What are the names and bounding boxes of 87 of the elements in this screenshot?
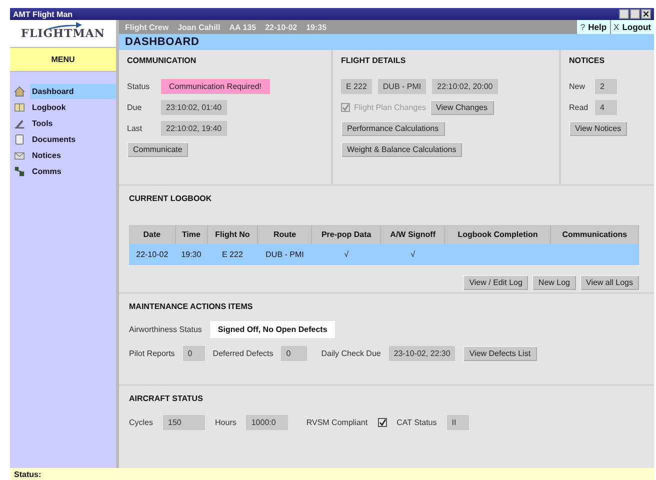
help-button[interactable]: ? Help [576,20,610,34]
menu-item[interactable]: Notices [30,148,116,163]
view-defects-button[interactable]: View Defects List [463,346,537,361]
status-bar: Status: [10,468,654,480]
checkbox-label: Flight Plan Changes [354,103,426,112]
field-label: Status [127,82,151,91]
menu-item[interactable]: Comms [30,164,116,179]
field-label: Due [127,103,143,112]
field-label: Deferred Defects [212,349,274,358]
section-title: CURRENT LOGBOOK [129,194,213,203]
menu-item[interactable]: Logbook [30,100,116,115]
field-label: Hours [215,418,236,427]
table-cell: E 222 [222,250,243,259]
table-cell: √ [344,250,349,259]
flight-field: E 222 [341,79,372,94]
section-title: NOTICES [569,56,606,65]
log-button[interactable]: View / Edit Log [463,275,528,290]
header-info: Joan Cahill [178,22,220,32]
column-header: Pre-pop Data [312,225,381,244]
column-header: A/W Signoff [380,225,445,244]
count-field: 2 [595,79,617,94]
view-notices-button[interactable]: View Notices [569,121,628,136]
menu-item[interactable]: Tools [30,116,116,131]
last-field: 22:10:02, 19:40 [161,121,227,136]
date-field: 23-10-02, 22:30 [388,346,456,361]
column-header: Route [258,225,312,244]
network-icon [14,166,25,177]
table-cell: √ [410,250,416,259]
header-info: AA 135 [229,22,256,32]
section-title: COMMUNICATION [127,56,198,65]
envelope-icon [14,150,25,161]
calculation-button[interactable]: Weight & Balance Calculations [341,142,462,157]
table-cell: 19:30 [181,250,202,259]
tools-icon [14,118,25,129]
field-label: Airworthiness Status [129,325,202,334]
column-header: Time [175,225,208,244]
field-label: Pilot Reports [129,349,175,358]
book-icon [14,102,25,113]
status-value: Communication Required! [161,79,270,94]
column-header: Communications [550,225,638,244]
table-cell: 22-10-02 [136,250,168,259]
cat-field: II [446,415,469,430]
header-info: Flight Crew [125,22,169,32]
section-title: FLIGHT DETAILS [341,56,407,65]
minimize-icon[interactable] [619,9,629,19]
plane-arrow-icon [46,22,82,30]
field-label: CAT Status [396,418,437,427]
log-button[interactable]: View all Logs [580,275,639,290]
field-label: RVSM Compliant [306,418,368,427]
column-header: Logbook Completion [444,225,551,244]
airworthiness-value: Signed Off, No Open Defects [210,321,336,338]
menu-title: MENU [10,47,116,72]
close-icon[interactable] [641,9,651,19]
field-label: Cycles [129,418,154,427]
field-label: Read [569,103,587,112]
window-title: AMT Flight Man [13,10,73,18]
logout-button[interactable]: X Logout [610,20,654,34]
header-info: 19:35 [306,22,327,32]
due-field: 23:10:02, 01:40 [161,100,227,115]
logo: FLIGHTMAN [21,27,105,40]
count-field: 4 [595,100,617,115]
table-row[interactable]: 22-10-02 19:30 E 222 DUB - PMI √ √ [129,244,638,265]
log-button[interactable]: New Log [532,275,576,290]
field-label: Last [127,124,144,133]
checkbox[interactable] [378,418,387,427]
section-title: MAINTENANCE ACTIONS ITEMS [129,302,254,311]
communicate-button[interactable]: Communicate [127,142,188,157]
header-info: 22-10-02 [265,22,298,32]
page-title: DASHBOARD [119,34,654,50]
column-header: Date [129,225,176,244]
menu-item[interactable]: Documents [30,132,116,147]
column-header: Flight No [207,225,258,244]
hours-field: 1000:0 [246,415,288,430]
count-field: 0 [182,346,205,361]
menu-item[interactable]: Dashboard [30,84,116,99]
view-changes-button[interactable]: View Changes [430,100,494,115]
field-label: New [569,82,586,91]
section-title: AIRCRAFT STATUS [129,394,204,403]
count-field: 0 [281,346,308,361]
calculation-button[interactable]: Performance Calculations [341,121,445,136]
document-icon [14,134,25,145]
home-icon [14,86,25,97]
flight-field: DUB - PMI [378,79,426,94]
cycles-field: 150 [163,415,206,430]
flight-field: 22:10:02, 20:00 [432,79,498,94]
field-label: Daily Check Due [321,349,381,358]
table-cell: DUB - PMI [266,250,304,259]
